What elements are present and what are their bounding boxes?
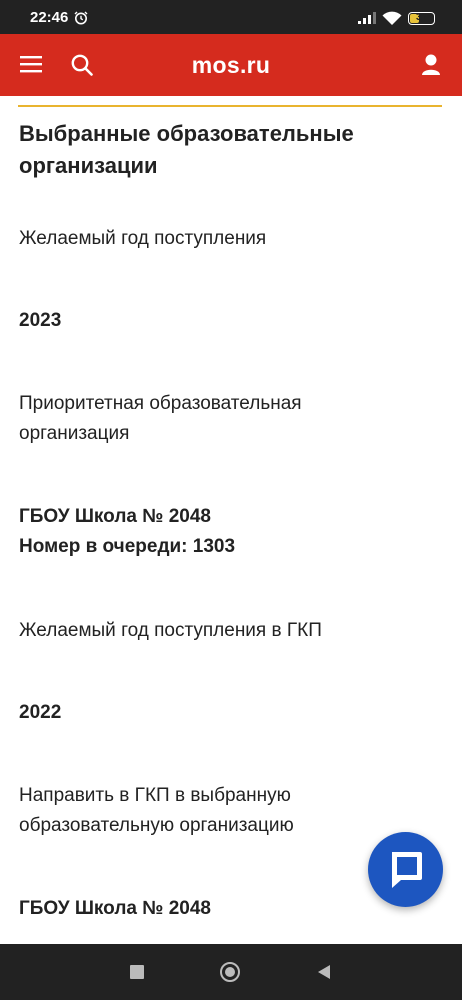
- priority-org-label: Приоритетная образовательная организация: [19, 393, 302, 444]
- queue-number: Номер в очереди: 1303: [19, 536, 236, 557]
- signal-icon: [358, 12, 376, 24]
- section-title: Выбранные образовательные организации: [19, 121, 354, 178]
- gkp-direction-label: Направить в ГКП в выбранную образователь…: [19, 785, 294, 836]
- chat-icon: [392, 852, 422, 888]
- gkp-year-value: 2022: [19, 702, 62, 723]
- gkp-year-label: Желаемый год поступления в ГКП: [19, 620, 322, 641]
- priority-org-name: ГБОУ Школа № 2048: [19, 506, 211, 527]
- desired-year-label: Желаемый год поступления: [19, 228, 267, 249]
- wifi-icon: [382, 11, 402, 25]
- header-divider: [18, 105, 442, 107]
- home-icon[interactable]: [220, 962, 240, 982]
- battery-icon: 32: [408, 12, 435, 25]
- main-content: Выбранные образовательные организации Же…: [19, 118, 439, 924]
- desired-year-value: 2023: [19, 310, 62, 331]
- gkp-org-name: ГБОУ Школа № 2048: [19, 898, 211, 919]
- alarm-icon: [74, 11, 88, 25]
- chat-button[interactable]: [368, 832, 443, 907]
- battery-level: 32: [415, 12, 428, 23]
- back-icon[interactable]: [318, 965, 330, 979]
- status-time: 22:46: [30, 9, 69, 26]
- app-header: mos.ru: [0, 34, 462, 96]
- status-bar: 22:46 32: [0, 0, 462, 34]
- user-icon[interactable]: [421, 54, 441, 76]
- system-nav-bar: [0, 944, 462, 1000]
- site-title[interactable]: mos.ru: [0, 52, 462, 79]
- recent-apps-icon[interactable]: [130, 965, 144, 979]
